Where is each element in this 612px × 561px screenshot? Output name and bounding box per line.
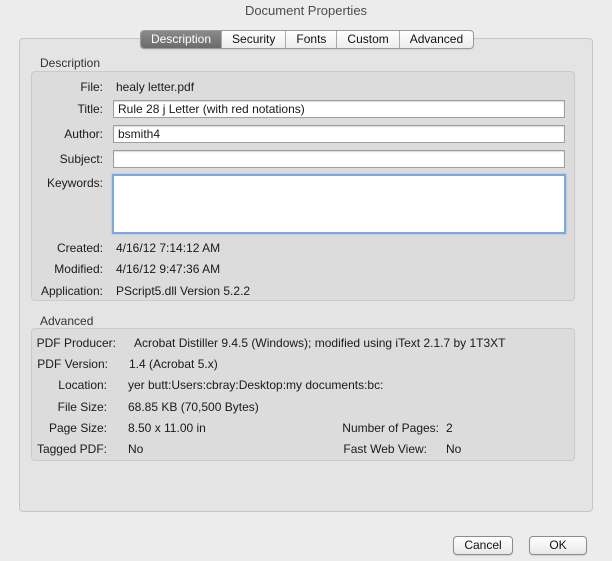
tab-security[interactable]: Security bbox=[222, 31, 287, 48]
cancel-button[interactable]: Cancel bbox=[453, 536, 513, 555]
page-size-value: 8.50 x 11.00 in bbox=[128, 421, 206, 435]
title-field[interactable]: Rule 28 j Letter (with red notations) bbox=[113, 100, 565, 118]
pdf-producer-value: Acrobat Distiller 9.4.5 (Windows); modif… bbox=[134, 336, 506, 350]
ok-button[interactable]: OK bbox=[529, 536, 587, 555]
tab-fonts[interactable]: Fonts bbox=[286, 31, 338, 48]
tab-description[interactable]: Description bbox=[141, 31, 223, 48]
created-label: Created: bbox=[56, 241, 103, 255]
file-value: healy letter.pdf bbox=[116, 80, 195, 94]
file-label: File: bbox=[80, 80, 103, 94]
page-size-label: Page Size: bbox=[48, 421, 107, 435]
tab-custom[interactable]: Custom bbox=[337, 31, 400, 48]
window-title: Document Properties bbox=[244, 3, 368, 18]
file-size-value: 68.85 KB (70,500 Bytes) bbox=[128, 400, 259, 414]
tagged-pdf-label: Tagged PDF: bbox=[36, 442, 107, 456]
tagged-pdf-value: No bbox=[128, 442, 144, 456]
keywords-label: Keywords: bbox=[46, 176, 103, 190]
description-heading: Description bbox=[40, 56, 101, 70]
fast-web-view-label: Fast Web View: bbox=[343, 442, 427, 456]
application-label: Application: bbox=[40, 284, 103, 298]
location-label: Location: bbox=[58, 378, 107, 392]
file-size-label: File Size: bbox=[57, 400, 107, 414]
subject-label: Subject: bbox=[59, 152, 103, 166]
subject-field[interactable] bbox=[113, 150, 565, 168]
modified-label: Modified: bbox=[54, 262, 103, 276]
number-of-pages-label: Number of Pages: bbox=[342, 421, 439, 435]
author-label: Author: bbox=[64, 127, 103, 141]
modified-value: 4/16/12 9:47:36 AM bbox=[116, 262, 221, 276]
pdf-producer-label: PDF Producer: bbox=[36, 336, 116, 350]
tab-advanced[interactable]: Advanced bbox=[400, 31, 473, 48]
advanced-heading: Advanced bbox=[40, 314, 94, 328]
location-value: yer butt:Users:cbray:Desktop:my document… bbox=[128, 378, 384, 392]
pdf-version-label: PDF Version: bbox=[37, 357, 108, 371]
keywords-field[interactable] bbox=[112, 174, 566, 234]
pdf-version-value: 1.4 (Acrobat 5.x) bbox=[129, 357, 218, 371]
tab-bar: Description Security Fonts Custom Advanc… bbox=[140, 30, 475, 49]
author-field[interactable]: bsmith4 bbox=[113, 125, 565, 143]
application-value: PScript5.dll Version 5.2.2 bbox=[116, 284, 251, 298]
number-of-pages-value: 2 bbox=[446, 421, 453, 435]
fast-web-view-value: No bbox=[446, 442, 462, 456]
title-label: Title: bbox=[77, 102, 103, 116]
created-value: 4/16/12 7:14:12 AM bbox=[116, 241, 221, 255]
